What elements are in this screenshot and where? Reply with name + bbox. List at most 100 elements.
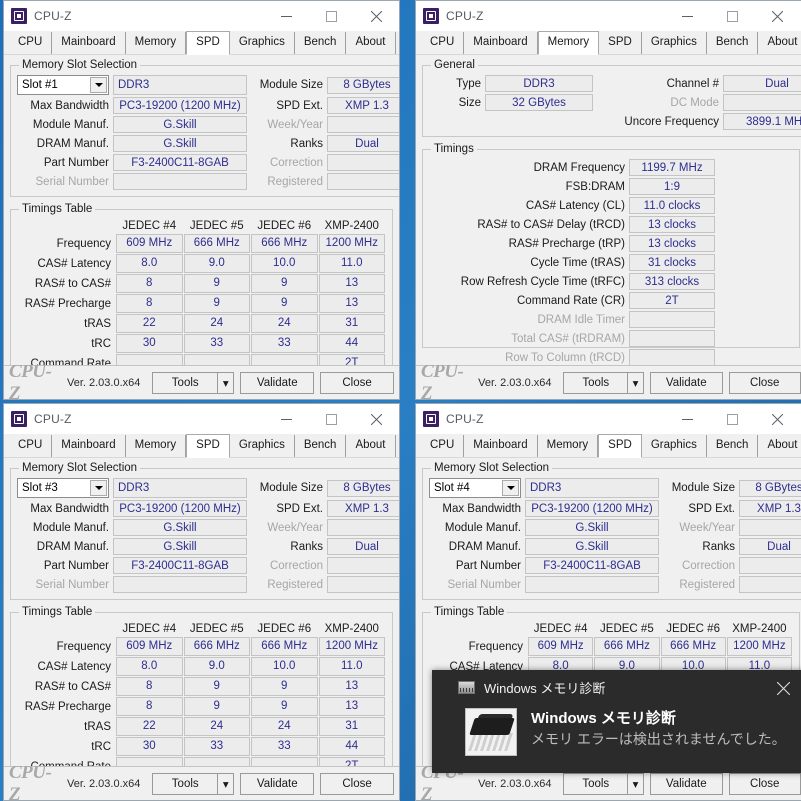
maximize-icon[interactable]	[710, 404, 755, 434]
group-legend: Memory Slot Selection	[19, 59, 140, 71]
minimize-icon[interactable]	[665, 1, 710, 31]
tab-bench[interactable]: Bench	[707, 435, 759, 457]
toast-close-icon[interactable]	[772, 677, 794, 699]
tab-graphics[interactable]: Graphics	[230, 435, 295, 457]
tab-spd[interactable]: SPD	[599, 32, 642, 54]
titlebar[interactable]: CPU-Z	[4, 1, 399, 31]
tab-mainboard[interactable]: Mainboard	[464, 32, 537, 54]
table-row: Command Rate2T	[18, 354, 385, 365]
tools-button[interactable]: Tools	[152, 773, 217, 795]
tab-mainboard[interactable]: Mainboard	[52, 32, 125, 54]
titlebar[interactable]: CPU-Z	[416, 1, 801, 31]
tabstrip[interactable]: CPU Mainboard Memory SPD Graphics Bench …	[4, 31, 399, 55]
validate-button[interactable]: Validate	[650, 773, 722, 795]
slot-select[interactable]: Slot #4	[429, 478, 521, 498]
memory-diagnostic-app-icon	[458, 681, 475, 694]
close-icon[interactable]	[354, 404, 399, 434]
tab-mainboard[interactable]: Mainboard	[52, 435, 125, 457]
cell: 9	[184, 294, 251, 313]
tab-cpu[interactable]: CPU	[9, 32, 52, 54]
toast-text-block: Windows メモリ診断 メモリ エラーは検出されませんでした。	[531, 708, 786, 756]
tab-spd[interactable]: SPD	[186, 434, 230, 458]
cell: 8	[116, 697, 183, 716]
close-button[interactable]: Close	[729, 372, 801, 394]
tab-about[interactable]: About	[758, 435, 801, 457]
tab-mainboard[interactable]: Mainboard	[464, 435, 537, 457]
cell: 1200 MHz	[727, 637, 792, 656]
minimize-icon[interactable]	[665, 404, 710, 434]
label-spd-ext: SPD Ext.	[251, 100, 323, 112]
close-icon[interactable]	[755, 404, 800, 434]
tab-memory[interactable]: Memory	[126, 32, 187, 54]
tab-cpu[interactable]: CPU	[421, 32, 464, 54]
validate-button[interactable]: Validate	[240, 372, 314, 394]
label-week-year: Week/Year	[251, 522, 323, 534]
tools-button[interactable]: Tools	[563, 372, 627, 394]
cpuz-window-memory[interactable]: CPU-Z CPU Mainboard Memory SPD Graphics …	[415, 0, 801, 400]
tab-memory[interactable]: Memory	[538, 435, 599, 457]
slot-select[interactable]: Slot #1	[17, 75, 109, 95]
validate-button[interactable]: Validate	[650, 372, 722, 394]
close-button[interactable]: Close	[729, 773, 801, 795]
timings-header-row: JEDEC #4 JEDEC #5 JEDEC #6 XMP-2400	[18, 220, 385, 233]
chevron-down-icon[interactable]	[90, 77, 107, 93]
tab-graphics[interactable]: Graphics	[230, 32, 295, 54]
caption-buttons[interactable]	[665, 404, 800, 434]
minimize-icon[interactable]	[264, 1, 309, 31]
titlebar[interactable]: CPU-Z	[4, 404, 399, 434]
tab-memory[interactable]: Memory	[538, 31, 600, 55]
cell: 9	[251, 697, 318, 716]
tab-spd[interactable]: SPD	[598, 434, 642, 458]
timings-col-jedec5: JEDEC #5	[594, 623, 659, 636]
tab-cpu[interactable]: CPU	[421, 435, 464, 457]
minimize-icon[interactable]	[264, 404, 309, 434]
tab-graphics[interactable]: Graphics	[642, 32, 707, 54]
chevron-down-icon[interactable]	[90, 480, 107, 496]
tab-about[interactable]: About	[346, 435, 395, 457]
label-trfc: Row Refresh Cycle Time (tRFC)	[429, 276, 625, 288]
cpuz-window-spd-slot1[interactable]: CPU-Z CPU Mainboard Memory SPD Graphics …	[3, 0, 400, 400]
caption-buttons[interactable]	[665, 1, 800, 31]
tools-dropdown-icon[interactable]: ▾	[217, 372, 234, 394]
tab-graphics[interactable]: Graphics	[642, 435, 707, 457]
label-total-cas: Total CAS# (tRDRAM)	[429, 333, 625, 345]
tab-about[interactable]: About	[758, 32, 801, 54]
correction-field	[739, 557, 801, 574]
memory-diagnostic-toast[interactable]: Windows メモリ診断 Windows メモリ診断 メモリ エラーは検出され…	[432, 670, 801, 773]
fsb-dram-field: 1:9	[629, 178, 715, 195]
max-bandwidth-field: PC3-19200 (1200 MHz)	[113, 97, 247, 114]
caption-buttons[interactable]	[264, 1, 399, 31]
tools-dropdown-icon[interactable]: ▾	[217, 773, 234, 795]
tab-memory[interactable]: Memory	[126, 435, 187, 457]
tabstrip[interactable]: CPU Mainboard Memory SPD Graphics Bench …	[4, 434, 399, 458]
tab-spd[interactable]: SPD	[186, 31, 230, 55]
tab-bench[interactable]: Bench	[295, 32, 347, 54]
tab-bench[interactable]: Bench	[707, 32, 759, 54]
maximize-icon[interactable]	[309, 1, 354, 31]
tools-dropdown-icon[interactable]: ▾	[627, 372, 644, 394]
maximize-icon[interactable]	[309, 404, 354, 434]
tab-bench[interactable]: Bench	[295, 435, 347, 457]
validate-button[interactable]: Validate	[240, 773, 314, 795]
tools-dropdown-icon[interactable]: ▾	[627, 773, 644, 795]
version-text: Ver. 2.03.0.x64	[478, 778, 551, 790]
memory-slot-selection-group: Memory Slot Selection Slot #1 DDR3 Modul…	[10, 59, 399, 197]
close-icon[interactable]	[354, 1, 399, 31]
cpuz-window-spd-slot3[interactable]: CPU-Z CPU Mainboard Memory SPD Graphics …	[3, 403, 400, 801]
toast-body: Windows メモリ診断 メモリ エラーは検出されませんでした。	[432, 704, 801, 756]
tools-button[interactable]: Tools	[563, 773, 627, 795]
titlebar[interactable]: CPU-Z	[416, 404, 801, 434]
tab-cpu[interactable]: CPU	[9, 435, 52, 457]
close-icon[interactable]	[755, 1, 800, 31]
close-button[interactable]: Close	[320, 372, 394, 394]
close-button[interactable]: Close	[320, 773, 394, 795]
maximize-icon[interactable]	[710, 1, 755, 31]
tabstrip[interactable]: CPU Mainboard Memory SPD Graphics Bench …	[416, 31, 801, 55]
tabstrip[interactable]: CPU Mainboard Memory SPD Graphics Bench …	[416, 434, 801, 458]
tools-button[interactable]: Tools	[152, 372, 217, 394]
chevron-down-icon[interactable]	[502, 480, 519, 496]
tab-about[interactable]: About	[346, 32, 395, 54]
label-type: Type	[429, 78, 481, 90]
caption-buttons[interactable]	[264, 404, 399, 434]
slot-select[interactable]: Slot #3	[17, 478, 109, 498]
